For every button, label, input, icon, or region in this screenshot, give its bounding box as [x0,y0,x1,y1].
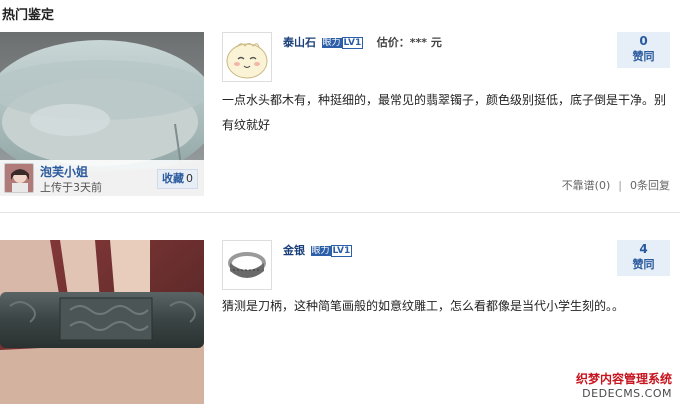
commenter-name[interactable]: 泰山石 [283,36,316,49]
photo-caption: 泡芙小姐 上传于3天前 收藏 0 [0,160,204,196]
actions-separator: | [618,179,622,192]
eye-level-badge: 眼力 LV1 [310,245,353,257]
commenter-avatar[interactable] [222,240,272,290]
watermark-domain: DEDECMS.COM [582,387,672,400]
silver-ring-icon [223,241,271,289]
jade-bangle-photo[interactable]: 泡芙小姐 上传于3天前 收藏 0 [0,32,204,196]
replies-link[interactable]: 0条回复 [630,179,670,192]
uploader-avatar[interactable] [4,163,34,193]
appraisal-item: 泡芙小姐 上传于3天前 收藏 0 泰山石 眼力 LV1 估价：*** 元 一点水头都… [0,32,680,212]
commenter-avatar[interactable] [222,32,272,82]
carved-handle-photo[interactable] [0,240,204,404]
watermark-title: 织梦内容管理系统 [575,372,672,386]
site-watermark: 织梦内容管理系统 DEDECMS.COM [560,370,672,400]
agree-label: 赞同 [632,50,655,63]
favorite-count: 0 [186,172,193,185]
agree-count: 4 [639,242,648,256]
unreliable-link[interactable]: 不靠谱(0) [562,179,611,192]
favorite-button[interactable]: 收藏 0 [157,169,198,189]
eye-badge-level: LV1 [341,37,364,49]
favorite-label: 收藏 [162,172,184,185]
eye-badge-label: 眼力 [321,38,342,48]
eye-level-badge: 眼力 LV1 [321,37,364,49]
price-estimate: 估价：*** 元 [376,36,442,49]
item-divider [0,212,680,213]
uploader-avatar-image [5,164,33,192]
agree-label: 赞同 [632,258,655,271]
item-actions: 不靠谱(0) | 0条回复 [562,177,670,193]
comment-meta: 泰山石 眼力 LV1 估价：*** 元 [283,34,442,50]
eye-badge-level: LV1 [330,245,353,257]
cartoon-face-icon [223,33,271,81]
agree-button[interactable]: 0 赞同 [617,32,670,68]
commenter-name[interactable]: 金银 [283,244,305,257]
carved-handle-image [0,240,204,404]
comment-meta: 金银 眼力 LV1 [283,242,353,258]
comment-text: 猜测是刀柄，这种简笔画般的如意纹雕工，怎么看都像是当代小学生刻的。。 [222,299,625,313]
eye-badge-label: 眼力 [310,246,331,256]
section-title: 热门鉴定 [2,8,55,23]
uploader-name[interactable]: 泡芙小姐 [40,163,88,180]
upload-time: 上传于3天前 [40,181,102,194]
comment-text: 一点水头都木有，种挺细的，最常见的翡翠镯子，颜色级别挺低，底子倒是干净。别有纹就… [222,93,667,132]
agree-count: 0 [639,34,648,48]
agree-button[interactable]: 4 赞同 [617,240,670,276]
